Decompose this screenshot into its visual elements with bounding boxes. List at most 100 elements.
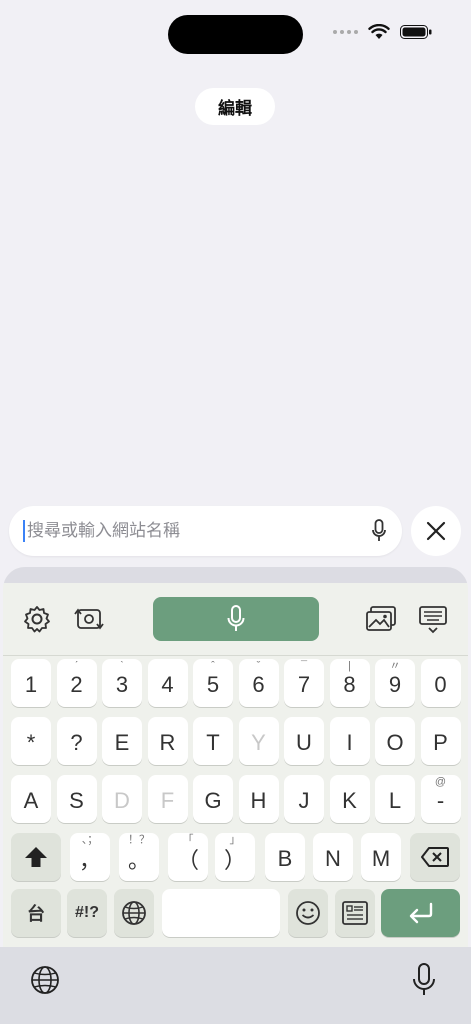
microphone-icon[interactable] xyxy=(412,963,436,997)
key[interactable]: P xyxy=(420,717,461,765)
key-label: 9 xyxy=(388,672,402,697)
key[interactable]: * xyxy=(11,717,51,765)
key[interactable]: @ - xyxy=(420,775,461,823)
key-hint: ˇ xyxy=(256,660,261,672)
list-panel-icon xyxy=(342,901,368,925)
key[interactable]: G xyxy=(193,775,233,823)
key[interactable]: R xyxy=(147,717,188,765)
key[interactable]: 」） xyxy=(215,833,255,881)
key-label: J xyxy=(298,788,310,813)
key-label: I xyxy=(346,730,353,755)
key[interactable]: ˋ3 xyxy=(102,659,142,707)
space-key[interactable] xyxy=(162,889,280,937)
key[interactable]: Y xyxy=(238,717,279,765)
key-hint: | xyxy=(348,660,351,672)
keyboard-collapse-icon xyxy=(419,606,447,634)
keyboard-toolbar xyxy=(3,583,468,655)
globe-icon[interactable] xyxy=(30,965,60,995)
key[interactable]: ˇ6 xyxy=(238,659,279,707)
microphone-icon xyxy=(227,605,245,631)
key[interactable]: S xyxy=(56,775,97,823)
cellular-signal-icon xyxy=(333,30,358,34)
key[interactable]: 0 xyxy=(420,659,461,707)
globe-key[interactable] xyxy=(114,889,154,937)
key[interactable]: 4 xyxy=(147,659,188,707)
system-keyboard-bar xyxy=(0,947,471,1024)
key-hint: ˋ xyxy=(120,660,124,672)
wifi-icon xyxy=(368,24,390,39)
key[interactable]: ！？ 。 xyxy=(119,833,159,881)
key[interactable]: O xyxy=(375,717,415,765)
key-label: ? xyxy=(70,730,83,755)
emoji-key[interactable] xyxy=(288,889,328,937)
search-input[interactable] xyxy=(25,521,347,541)
key[interactable]: ? xyxy=(56,717,97,765)
key[interactable]: L xyxy=(375,775,415,823)
language-key[interactable]: 台 xyxy=(11,889,61,937)
key-label: 4 xyxy=(161,672,174,697)
microphone-icon[interactable] xyxy=(372,519,386,543)
settings-button[interactable] xyxy=(19,601,55,637)
symbols-key[interactable]: #!? xyxy=(67,889,107,937)
image-button[interactable] xyxy=(363,601,399,637)
return-arrow-icon xyxy=(409,902,432,924)
key[interactable]: | 8 xyxy=(329,659,370,707)
key-label: 0 xyxy=(434,672,447,697)
key[interactable]: ¯ 7 xyxy=(284,659,324,707)
key-label: 6 xyxy=(252,672,265,697)
key-label: H xyxy=(250,788,267,813)
key[interactable]: A xyxy=(11,775,51,823)
key-label: A xyxy=(23,788,39,813)
key[interactable]: J xyxy=(284,775,324,823)
key-label: S xyxy=(69,788,84,813)
key[interactable]: F xyxy=(147,775,188,823)
key[interactable]: 〃 9 xyxy=(375,659,415,707)
key[interactable]: 「（ xyxy=(168,833,208,881)
close-button[interactable] xyxy=(411,506,461,556)
key[interactable]: T xyxy=(193,717,233,765)
status-indicators xyxy=(333,24,432,40)
key[interactable]: H xyxy=(238,775,279,823)
key-label: 1 xyxy=(24,672,38,697)
key-label: 2 xyxy=(70,672,83,697)
key-label: 3 xyxy=(115,672,129,697)
key-label: 。 xyxy=(127,848,150,873)
key-label: Y xyxy=(251,730,266,755)
search-bar[interactable] xyxy=(9,506,402,556)
key[interactable]: I xyxy=(329,717,370,765)
key-hint: @ xyxy=(434,776,447,788)
key-label: 台 xyxy=(27,904,45,924)
key[interactable]: K xyxy=(329,775,370,823)
gear-icon xyxy=(24,606,50,633)
keyboard: 1 ˊ2 ˋ3 4 ˆ5 ˇ6 ¯ 7 | 8 〃 9 0 * ? E R T Y U… xyxy=(3,567,468,947)
key[interactable]: 、； ， xyxy=(70,833,110,881)
key-label: R xyxy=(159,730,176,755)
key-label: L xyxy=(388,788,402,813)
key-label: U xyxy=(296,730,312,755)
enter-key[interactable] xyxy=(381,889,460,937)
key[interactable]: B xyxy=(265,833,305,881)
globe-icon xyxy=(122,901,146,925)
rotate-input-button[interactable] xyxy=(71,601,107,637)
voice-input-button[interactable] xyxy=(153,597,319,641)
backspace-key[interactable] xyxy=(410,833,460,881)
key[interactable]: M xyxy=(361,833,401,881)
key-label: P xyxy=(433,730,448,755)
key[interactable]: E xyxy=(102,717,142,765)
backspace-icon xyxy=(421,847,449,867)
key[interactable]: U xyxy=(284,717,324,765)
key-label: F xyxy=(160,788,175,813)
key[interactable]: ˆ5 xyxy=(193,659,233,707)
key-label: （ xyxy=(176,848,199,873)
edit-button[interactable]: 編輯 xyxy=(195,88,275,125)
keyboard-hide-button[interactable] xyxy=(415,601,451,637)
key[interactable]: ˊ2 xyxy=(56,659,97,707)
emoji-icon xyxy=(296,901,320,925)
key[interactable]: N xyxy=(313,833,353,881)
clipboard-key[interactable] xyxy=(335,889,375,937)
key-label: 8 xyxy=(343,672,356,697)
key[interactable]: D xyxy=(102,775,142,823)
shift-key[interactable] xyxy=(11,833,61,881)
key[interactable]: 1 xyxy=(11,659,51,707)
key-label: 7 xyxy=(297,672,311,697)
